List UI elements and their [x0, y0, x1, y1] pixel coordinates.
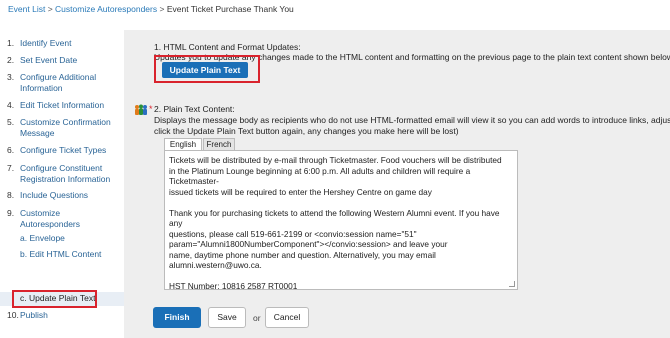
- annotation-highlight-box: [12, 290, 97, 308]
- breadcrumb-current: Event Ticket Purchase Thank You: [166, 4, 294, 14]
- content-paragraph: Tickets will be distributed by e-mail th…: [169, 155, 502, 197]
- step-number: 7.: [7, 163, 15, 173]
- breadcrumb-separator: >: [47, 4, 53, 14]
- sidebar-item-label: Configure Additional Information: [20, 72, 97, 93]
- sidebar-item-label: Configure Ticket Types: [20, 145, 107, 155]
- step-number: 3.: [7, 72, 15, 82]
- cancel-button[interactable]: Cancel: [265, 307, 309, 328]
- step-number: 4.: [7, 100, 15, 110]
- sidebar-item-label: Edit Ticket Information: [20, 100, 105, 110]
- content-paragraph: HST Number: 10816 2587 RT0001: [169, 281, 298, 291]
- sidebar-subitem-label: b. Edit HTML Content: [20, 249, 102, 259]
- resize-handle-icon[interactable]: [509, 281, 515, 287]
- step-number: 2.: [7, 55, 15, 65]
- breadcrumb-separator: >: [159, 4, 165, 14]
- breadcrumb-customize-autoresponders[interactable]: Customize Autoresponders: [55, 4, 157, 14]
- finish-button[interactable]: Finish: [153, 307, 201, 328]
- plain-text-editor[interactable]: Tickets will be distributed by e-mail th…: [164, 150, 518, 291]
- sidebar-item-label: Configure Constituent Registration Infor…: [20, 163, 111, 184]
- step-number: 10.: [7, 310, 19, 320]
- sidebar-item-label: Publish: [20, 310, 48, 320]
- sidebar-item-label: Identify Event: [20, 38, 72, 48]
- section-html-updates-title: 1. HTML Content and Format Updates:: [154, 42, 301, 52]
- description-line: click the Update Plain Text button again…: [154, 126, 459, 136]
- tab-english[interactable]: English: [164, 138, 202, 150]
- step-number: 9.: [7, 208, 15, 218]
- sidebar-item-label: Set Event Date: [20, 55, 78, 65]
- required-indicator: *: [149, 104, 153, 114]
- sidebar-item-label: Customize Confirmation Message: [20, 117, 111, 138]
- step-number: 1.: [7, 38, 15, 48]
- tab-french[interactable]: French: [203, 138, 235, 150]
- section-plain-text-title: 2. Plain Text Content:: [154, 104, 235, 114]
- step-number: 8.: [7, 190, 15, 200]
- sidebar-item-label: Include Questions: [20, 190, 89, 200]
- people-icon: [135, 104, 147, 115]
- sidebar: 1. Identify Event 2. Set Event Date 3. C…: [0, 30, 124, 338]
- step-number: 5.: [7, 117, 15, 127]
- or-separator: or: [253, 313, 261, 323]
- description-line: Displays the message body as recipients …: [154, 115, 670, 125]
- sidebar-subitem-label: a. Envelope: [20, 233, 65, 243]
- breadcrumb: Event List > Customize Autoresponders > …: [8, 4, 294, 14]
- sidebar-item-label: Customize Autoresponders: [20, 208, 81, 229]
- step-number: 6.: [7, 145, 15, 155]
- update-plain-text-button[interactable]: Update Plain Text: [162, 62, 248, 78]
- content-paragraph: Thank you for purchasing tickets to atte…: [169, 207, 500, 271]
- section-plain-text-description: Displays the message body as recipients …: [154, 115, 670, 137]
- save-button[interactable]: Save: [208, 307, 246, 328]
- breadcrumb-event-list[interactable]: Event List: [8, 4, 45, 14]
- main-content: 1. HTML Content and Format Updates: Upda…: [124, 30, 670, 338]
